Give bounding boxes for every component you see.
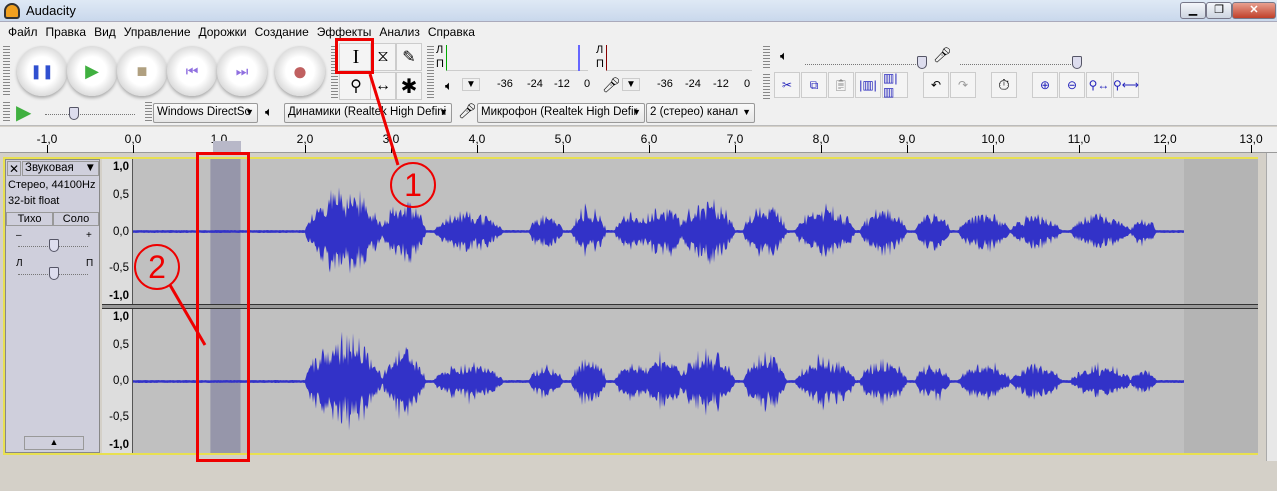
annotation-box-selection bbox=[196, 152, 250, 462]
annotation-marker-2: 2 bbox=[134, 244, 180, 290]
annotation-marker-1: 1 bbox=[390, 162, 436, 208]
annotation-lines bbox=[168, 73, 400, 346]
